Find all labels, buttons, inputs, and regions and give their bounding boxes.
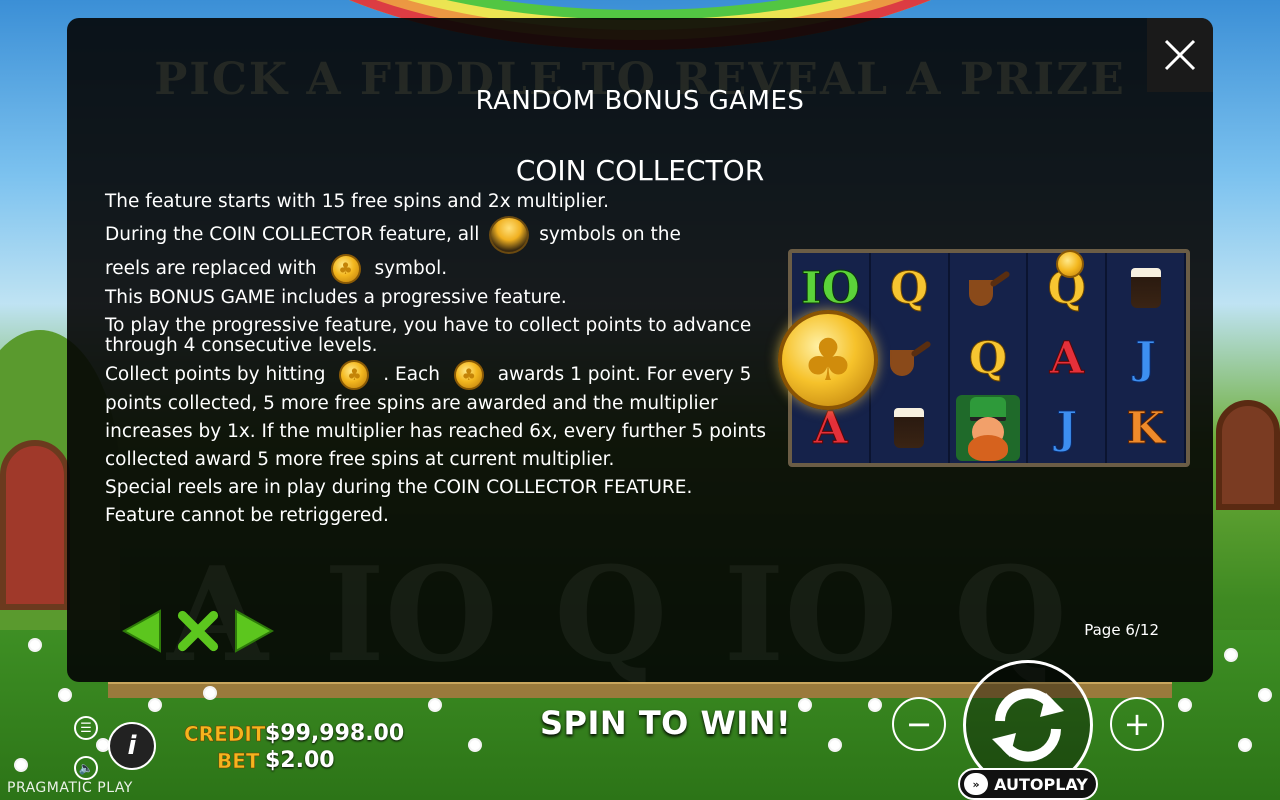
- reel-symbol-leprechaun: [950, 393, 1029, 463]
- paragraph: Special reels are in play during the COI…: [105, 477, 693, 498]
- next-page-button[interactable]: [233, 608, 275, 654]
- prev-page-button[interactable]: [121, 608, 163, 654]
- ghost-symbol: IO: [324, 538, 499, 682]
- section-title: COIN COLLECTOR: [515, 154, 765, 187]
- reel-symbol-j: J: [1028, 393, 1108, 463]
- reel-symbol-j: J: [1107, 323, 1186, 393]
- paragraph: This BONUS GAME includes a progressive f…: [105, 287, 567, 308]
- exit-paytable-button[interactable]: [177, 608, 219, 654]
- paragraph: Collect points by hitting ♣ . Each ♣ awa…: [105, 360, 795, 474]
- reel-symbol-q: Q: [871, 253, 950, 323]
- pot-of-gold-icon: [489, 216, 530, 254]
- reel-symbol-a: A: [1028, 323, 1108, 393]
- clover-coin-icon: ♣: [453, 360, 484, 390]
- increase-bet-button[interactable]: +: [1110, 697, 1164, 751]
- sound-button[interactable]: 🔈: [74, 756, 98, 780]
- spin-message: SPIN TO WIN!: [540, 704, 792, 742]
- text-span: points collected, 5 more free spins are …: [105, 393, 766, 470]
- text-span: Collect points by hitting: [105, 364, 326, 385]
- reel-symbol-pipe: [950, 253, 1029, 323]
- autoplay-label: AUTOPLAY: [994, 774, 1088, 794]
- reel-symbol-beer: [1107, 253, 1186, 323]
- paragraph: The feature starts with 15 free spins an…: [105, 191, 609, 212]
- info-button[interactable]: i: [108, 722, 156, 770]
- clover-coin-icon: ♣: [330, 254, 361, 284]
- reel-symbol-q: Q: [950, 323, 1029, 393]
- plus-icon: +: [1123, 705, 1151, 743]
- reel-symbol-beer: [871, 393, 950, 463]
- close-icon: [1164, 39, 1196, 71]
- pipe-icon: [965, 268, 1011, 308]
- paragraph: To play the progressive feature, you hav…: [105, 315, 752, 356]
- minus-icon: −: [905, 705, 933, 743]
- paragraph: During the COIN COLLECTOR feature, all s…: [105, 216, 795, 254]
- brand-logo: PRAGMATIC PLAY: [7, 780, 133, 796]
- credit-label: CREDIT: [184, 722, 266, 747]
- reel-symbol-pipe: [871, 323, 950, 393]
- bet-value: $2.00: [265, 748, 335, 773]
- page-indicator: Page 6/12: [1084, 621, 1159, 639]
- ghost-symbol: Q: [953, 538, 1067, 682]
- arrow-left-icon: [122, 609, 161, 653]
- paytable-navigation: [121, 608, 275, 654]
- reel-symbol-k: K: [1107, 393, 1186, 463]
- paragraph: Feature cannot be retriggered.: [105, 505, 389, 526]
- clover-coin-icon: ♣: [339, 360, 370, 390]
- bet-label: BET: [217, 749, 260, 774]
- small-clover-coin-icon: [1056, 250, 1084, 278]
- menu-button[interactable]: ☰: [74, 716, 98, 740]
- decrease-bet-button[interactable]: −: [892, 697, 946, 751]
- big-clover-coin-icon: ♣: [778, 310, 878, 410]
- hobbit-door-left: [0, 440, 70, 610]
- paragraph: reels are replaced with ♣ symbol.: [105, 254, 795, 284]
- text-span: symbol.: [374, 258, 448, 279]
- background-ghost-symbols: A IO Q IO Q: [167, 538, 1067, 682]
- hamburger-menu-icon: ☰: [80, 720, 92, 736]
- beer-mug-icon: [1130, 268, 1161, 308]
- ghost-symbol: Q: [554, 538, 668, 682]
- credit-value: $99,998.00: [265, 721, 405, 746]
- info-icon: i: [127, 731, 137, 761]
- pipe-icon: [886, 338, 932, 378]
- autoplay-button[interactable]: » AUTOPLAY: [958, 768, 1098, 800]
- text-span: During the COIN COLLECTOR feature, all: [105, 224, 480, 245]
- text-span: . Each: [383, 364, 440, 385]
- hobbit-door-right: [1216, 400, 1280, 510]
- paytable-modal: PICK A FIDDLE TO REVEAL A PRIZE A IO Q I…: [67, 18, 1213, 682]
- spin-arrows-icon: [992, 688, 1064, 762]
- speaker-icon: 🔈: [78, 761, 94, 775]
- page-title: RANDOM BONUS GAMES: [475, 86, 805, 116]
- feature-description: The feature starts with 15 free spins an…: [105, 188, 795, 530]
- text-span: reels are replaced with: [105, 258, 317, 279]
- arrow-right-icon: [235, 609, 274, 653]
- leprechaun-icon: [955, 395, 1020, 461]
- x-icon: [177, 610, 219, 652]
- fast-forward-icon: »: [964, 773, 988, 795]
- beer-mug-icon: [894, 408, 925, 448]
- ghost-symbol: IO: [723, 538, 898, 682]
- text-span: awards 1 point. For every 5: [497, 364, 752, 385]
- close-button[interactable]: [1147, 18, 1213, 92]
- text-span: symbols on the: [539, 224, 681, 245]
